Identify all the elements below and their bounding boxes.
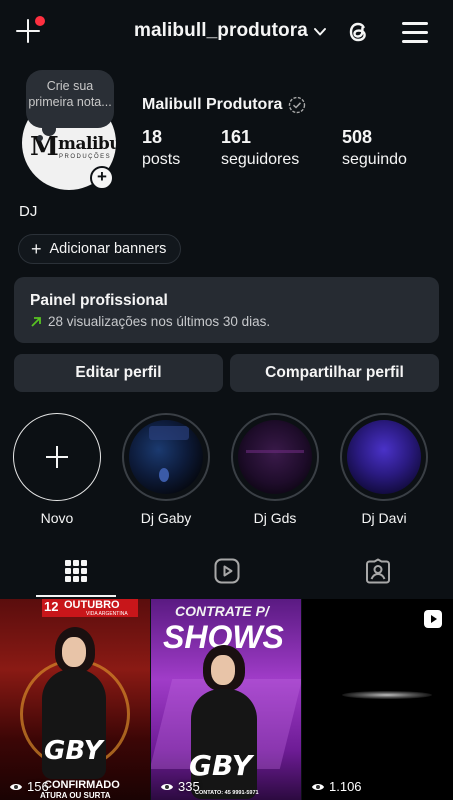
create-button[interactable] [14,16,45,46]
highlight-ring [231,413,319,501]
highlight-thumbnail [238,420,312,494]
threads-icon[interactable] [344,18,372,46]
dj-name: GBY [189,749,253,782]
highlight-ring [122,413,210,501]
note-tail [42,122,56,136]
post-thumbnail[interactable]: CONTRATE P/ SHOWS GBY CONTATO: 45 9991-5… [151,599,301,800]
highlight-dj-gaby[interactable]: Dj Gaby [121,413,211,526]
highlight-ring [13,413,101,501]
note-bubble[interactable]: Crie sua primeira nota... [26,70,114,128]
edit-profile-button[interactable]: Editar perfil [14,354,223,392]
highlight-new[interactable]: Novo [12,413,102,526]
post-subtitle: VIDA ARGENTINA [86,611,128,617]
post-contact: CONTATO: 45 9991-5971 [195,790,259,796]
highlight-label: Dj Davi [361,510,407,526]
posts-grid: 12 OUTUBRO VIDA ARGENTINA GBY CONFIRMADO… [0,599,453,800]
stat-label: posts [142,151,181,168]
highlight-ring [340,413,428,501]
highlight-thumbnail [347,420,421,494]
tab-posts[interactable] [0,545,151,597]
chevron-down-icon[interactable] [312,24,328,40]
stat-following[interactable]: 508 seguindo [342,127,407,169]
professional-dashboard[interactable]: Painel profissional 28 visualizações nos… [14,277,439,343]
stat-followers[interactable]: 161 seguidores [221,127,299,169]
stat-value: 508 [342,127,373,147]
view-count-value: 1.106 [329,779,362,794]
highlight-label: Dj Gds [253,510,297,526]
bio-text: DJ [19,203,38,220]
notification-dot [35,16,45,26]
logo-subtext: PRODUÇÕES [59,154,112,160]
tagged-icon [365,558,390,584]
stat-label: seguidores [221,151,300,168]
highlight-thumbnail [129,420,203,494]
person-face [62,637,86,667]
logo-mark: M [30,132,59,162]
display-name: Malibull Produtora [142,96,283,113]
eye-icon [161,783,173,790]
stat-posts[interactable]: 18 posts [142,127,180,169]
dashboard-subtitle-row: 28 visualizações nos últimos 30 dias. [30,314,270,329]
tab-tagged[interactable] [302,545,453,597]
post-thumbnail[interactable]: 1.106 [302,599,453,800]
verified-check-icon [288,96,306,114]
trend-up-icon [31,316,41,327]
stat-value: 18 [142,127,163,147]
person-body [191,689,257,799]
profile-tabs [0,545,453,597]
highlight-label: Dj Gaby [140,510,192,526]
logo-text: malibull [58,134,116,154]
post-date: 12 [44,599,59,614]
highlight-dj-davi[interactable]: Dj Davi [339,413,429,526]
eye-icon [312,783,324,790]
note-tail-dot [37,135,43,141]
menu-button[interactable] [402,20,428,44]
view-count-value: 156 [27,779,49,794]
stat-value: 161 [221,127,252,147]
post-headline: CONTRATE P/ [175,603,269,619]
eye-icon [10,783,22,790]
post-thumbnail[interactable]: 12 OUTUBRO VIDA ARGENTINA GBY CONFIRMADO… [0,599,150,800]
view-count-value: 335 [178,779,200,794]
add-banners-button[interactable]: + Adicionar banners [18,234,182,264]
light-streak [342,691,432,699]
dashboard-subtitle: 28 visualizações nos últimos 30 dias. [48,314,271,329]
view-count: 335 [160,779,200,794]
view-count: 1.106 [311,779,362,794]
share-profile-button[interactable]: Compartilhar perfil [230,354,439,392]
person-face [211,655,235,685]
dashboard-title: Painel profissional [30,292,168,309]
highlight-dj-gds[interactable]: Dj Gds [230,413,320,526]
post-tagline: ATURA OU SURTA [40,791,111,800]
stat-label: seguindo [342,151,407,168]
tab-reels[interactable] [151,545,302,597]
active-tab-indicator [36,595,116,597]
post-confirmed: CONFIRMADO [44,779,120,791]
reel-icon [424,610,442,628]
highlight-label: Novo [40,510,74,526]
dj-name: GBY [44,736,103,766]
account-username[interactable]: malibull_produtora [134,20,308,42]
post-month: OUTUBRO [64,599,120,611]
add-banners-label: Adicionar banners [49,241,167,257]
plus-icon: + [31,239,42,259]
top-bar: malibull_produtora [0,0,453,64]
reels-icon [214,558,239,584]
grid-icon [64,560,87,582]
view-count: 156 [9,779,49,794]
add-story-button[interactable]: + [90,166,114,190]
